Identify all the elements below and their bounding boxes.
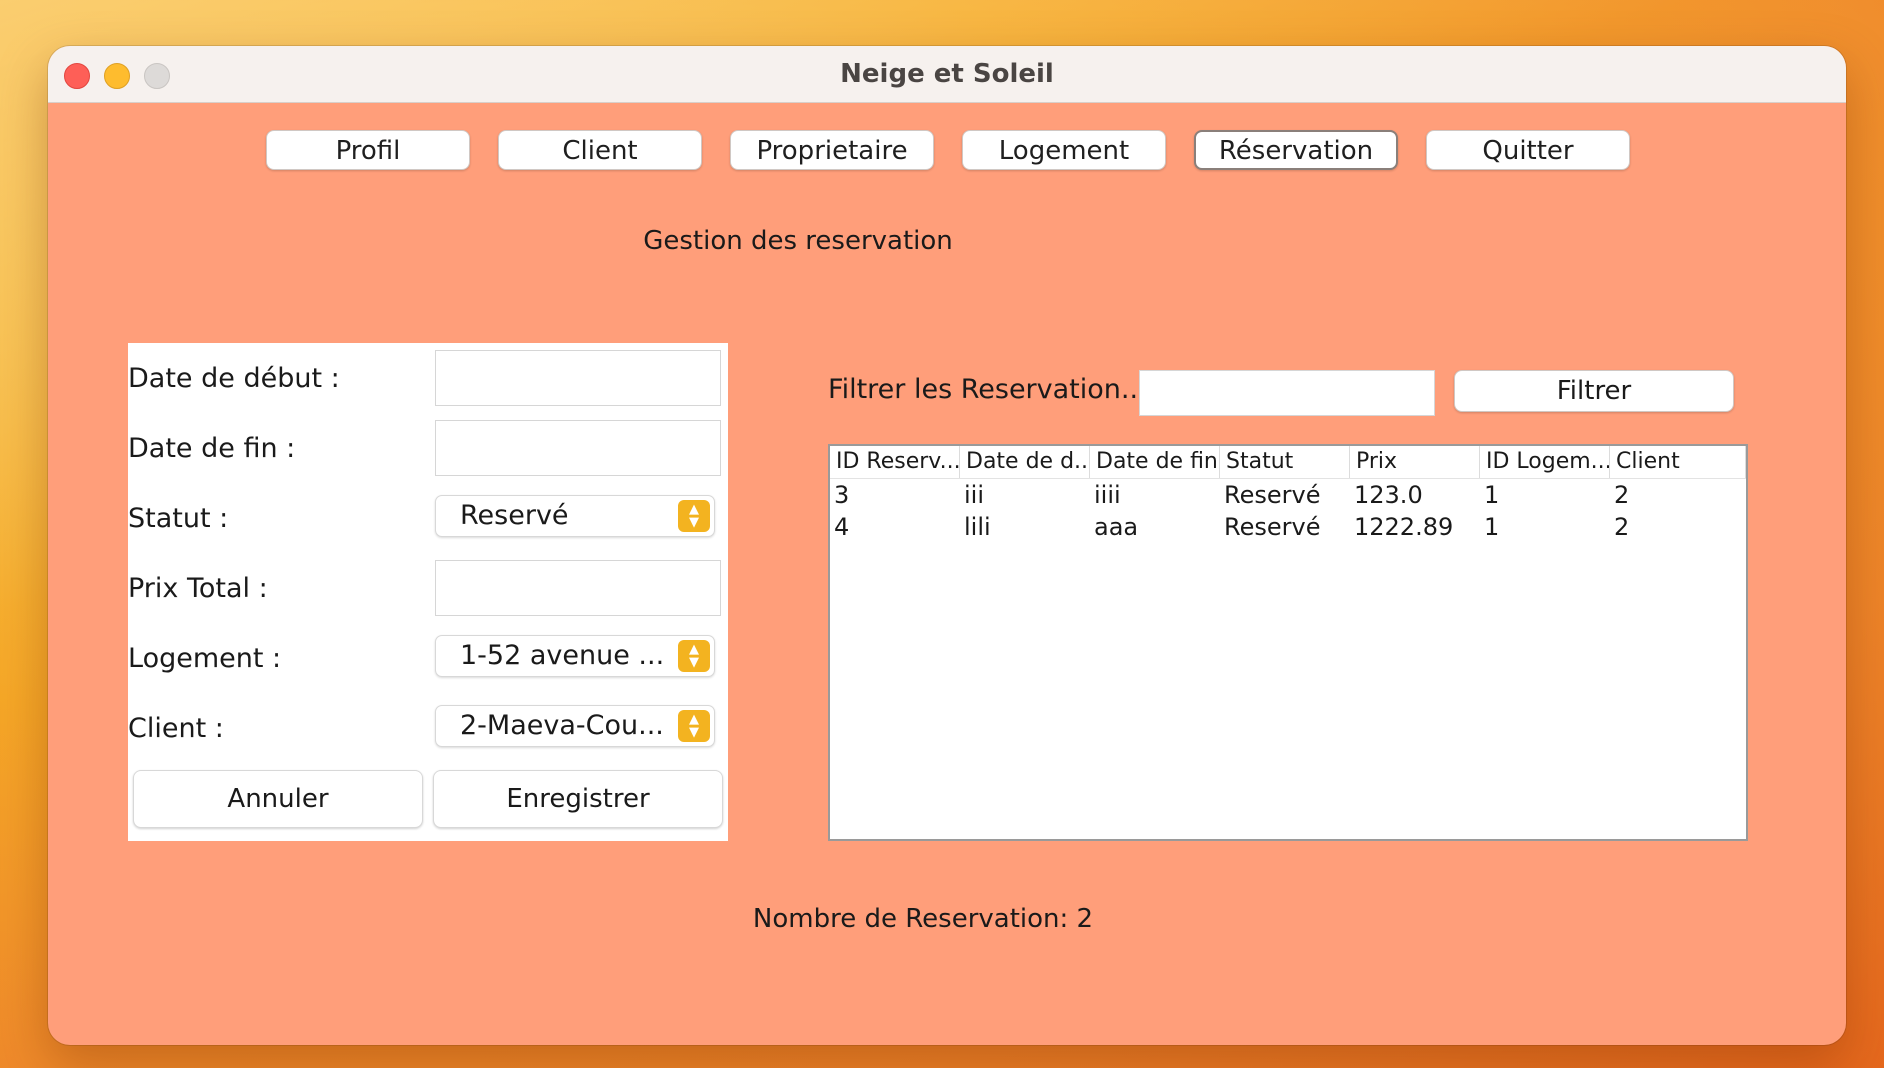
nav-quitter-button[interactable]: Quitter xyxy=(1426,130,1630,170)
table-cell: 1222.89 xyxy=(1354,513,1454,541)
cancel-button[interactable]: Annuler xyxy=(133,770,423,828)
logement-label: Logement : xyxy=(128,643,282,674)
column-header[interactable]: Prix xyxy=(1350,446,1480,478)
client-value: 2-Maeva-Cou... xyxy=(460,710,664,741)
prix-total-input[interactable] xyxy=(435,560,721,616)
table-header: ID Reserv... Date de d... Date de fin St… xyxy=(830,446,1746,479)
window-title: Neige et Soleil xyxy=(840,59,1054,89)
column-header[interactable]: ID Reserv... xyxy=(830,446,960,478)
table-cell: 2 xyxy=(1614,513,1630,541)
filter-label: Filtrer les Reservation... xyxy=(828,374,1147,405)
table-cell: 123.0 xyxy=(1354,481,1423,509)
date-debut-label: Date de début : xyxy=(128,363,340,394)
chevron-up-down-icon: ▲ ▼ xyxy=(678,640,710,672)
title-bar: Neige et Soleil xyxy=(48,46,1846,103)
table-cell: Reservé xyxy=(1224,481,1321,509)
app-window: Neige et Soleil Profil Client Proprietai… xyxy=(48,46,1846,1045)
column-header[interactable]: Client xyxy=(1610,446,1746,478)
nav-profil-button[interactable]: Profil xyxy=(266,130,470,170)
table-cell: 2 xyxy=(1614,481,1630,509)
client-select[interactable]: 2-Maeva-Cou... ▲ ▼ xyxy=(435,705,715,747)
column-header[interactable]: ID Logem... xyxy=(1480,446,1610,478)
prix-total-label: Prix Total : xyxy=(128,573,268,604)
column-header[interactable]: Statut xyxy=(1220,446,1350,478)
reservation-count: Nombre de Reservation: 2 xyxy=(752,904,1094,934)
nav-reservation-button[interactable]: Réservation xyxy=(1194,130,1398,170)
table-cell: 1 xyxy=(1484,513,1500,541)
column-header[interactable]: Date de fin xyxy=(1090,446,1220,478)
date-fin-label: Date de fin : xyxy=(128,433,296,464)
date-debut-input[interactable] xyxy=(435,350,721,406)
table-cell: 3 xyxy=(834,481,850,509)
table-cell: lili xyxy=(964,513,991,541)
statut-label: Statut : xyxy=(128,503,229,534)
statut-select[interactable]: Reservé ▲ ▼ xyxy=(435,495,715,537)
table-cell: 1 xyxy=(1484,481,1500,509)
nav-logement-button[interactable]: Logement xyxy=(962,130,1166,170)
table-cell: iiii xyxy=(1094,481,1121,509)
save-button[interactable]: Enregistrer xyxy=(433,770,723,828)
page-title: Gestion des reservation xyxy=(643,226,953,256)
statut-value: Reservé xyxy=(460,500,569,531)
chevron-up-down-icon: ▲ ▼ xyxy=(678,500,710,532)
table-cell: 4 xyxy=(834,513,850,541)
reservations-table: ID Reserv... Date de d... Date de fin St… xyxy=(828,444,1748,841)
reservation-form: Date de début : Date de fin : Statut : R… xyxy=(128,343,728,841)
table-row[interactable]: 3 iii iiii Reservé 123.0 1 2 xyxy=(830,479,1746,511)
nav-proprietaire-button[interactable]: Proprietaire xyxy=(730,130,934,170)
filter-input[interactable] xyxy=(1139,370,1435,416)
column-header[interactable]: Date de d... xyxy=(960,446,1090,478)
client-label: Client : xyxy=(128,713,224,744)
table-cell: Reservé xyxy=(1224,513,1321,541)
filter-button[interactable]: Filtrer xyxy=(1454,370,1734,412)
table-cell: iii xyxy=(964,481,985,509)
chevron-up-down-icon: ▲ ▼ xyxy=(678,710,710,742)
logement-value: 1-52 avenue ... xyxy=(460,640,665,671)
table-row[interactable]: 4 lili aaa Reservé 1222.89 1 2 xyxy=(830,511,1746,543)
logement-select[interactable]: 1-52 avenue ... ▲ ▼ xyxy=(435,635,715,677)
date-fin-input[interactable] xyxy=(435,420,721,476)
table-cell: aaa xyxy=(1094,513,1139,541)
nav-client-button[interactable]: Client xyxy=(498,130,702,170)
